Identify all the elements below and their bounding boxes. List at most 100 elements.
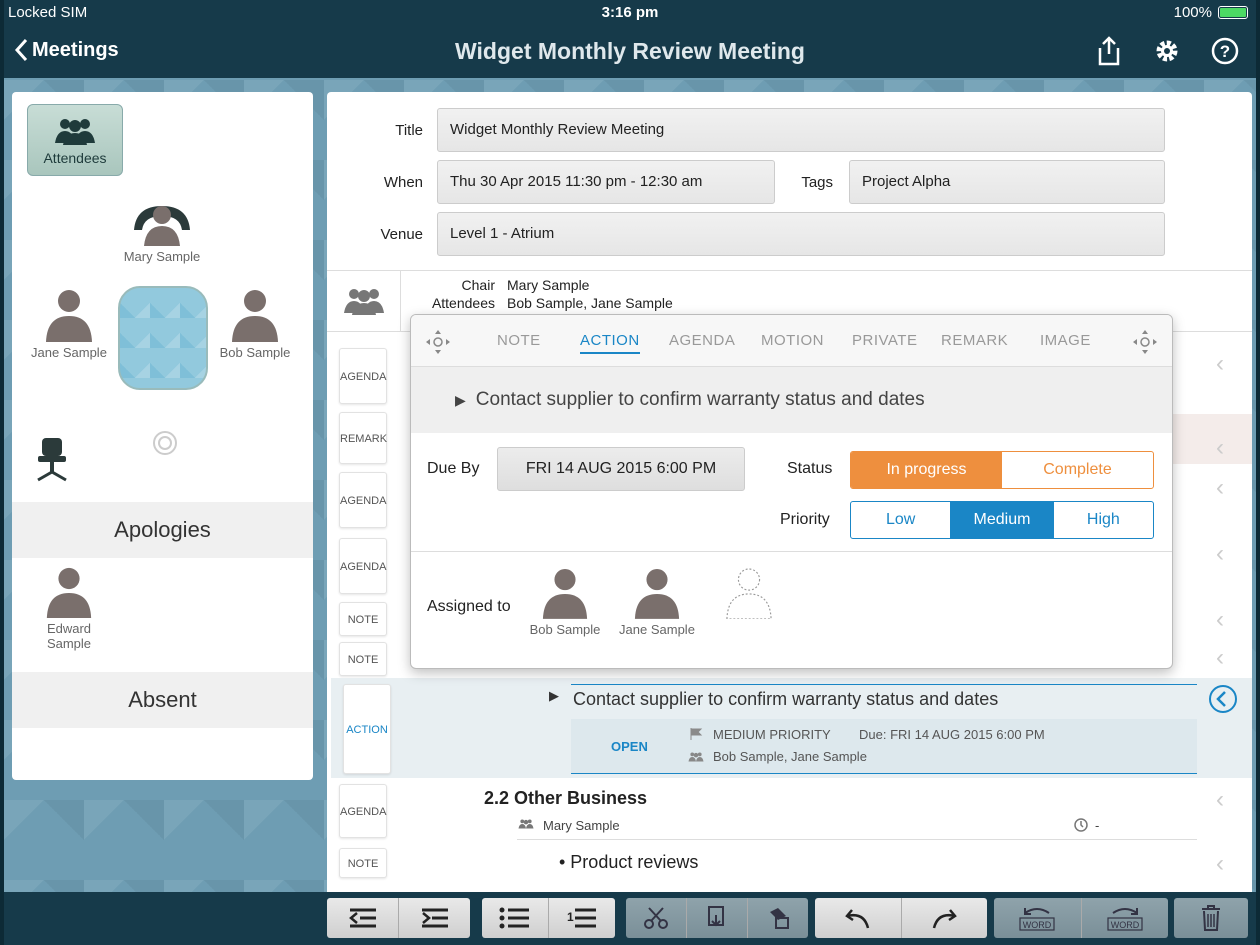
item-tag-note[interactable]: NOTE [339, 642, 387, 676]
tab-private[interactable]: PRIVATE [852, 332, 917, 349]
item-tag-remark[interactable]: REMARK [339, 412, 387, 464]
add-assignee-placeholder[interactable] [725, 567, 773, 624]
attendee-seat-left[interactable]: Jane Sample [26, 288, 112, 360]
copy-icon [708, 906, 724, 927]
expand-chevron-icon[interactable]: ‹ [1216, 540, 1232, 567]
item-tag-agenda[interactable]: AGENDA [339, 348, 387, 404]
move-arrows-icon [426, 330, 450, 354]
word-forward-button[interactable]: WORD [1082, 898, 1169, 938]
item-tag-agenda[interactable]: AGENDA [339, 538, 387, 594]
person-icon [232, 290, 278, 342]
indent-button[interactable] [399, 898, 470, 938]
item-tag-note[interactable]: NOTE [339, 602, 387, 636]
item-tag-note[interactable]: NOTE [339, 848, 387, 878]
person-outline-icon [726, 568, 772, 620]
venue-field[interactable]: Level 1 - Atrium [437, 212, 1165, 256]
bullet-list-button[interactable] [482, 898, 549, 938]
status-label: Status [787, 460, 833, 477]
attendees-summary-value: Bob Sample, Jane Sample [507, 295, 673, 311]
tab-remark[interactable]: REMARK [941, 332, 1008, 349]
agenda-title[interactable]: 2.2 Other Business [484, 788, 647, 809]
clock: 3:16 pm [601, 4, 659, 21]
paste-button[interactable] [748, 898, 808, 938]
item-tag-agenda[interactable]: AGENDA [339, 784, 387, 838]
priority-medium[interactable]: Medium [951, 502, 1053, 538]
action-priority: MEDIUM PRIORITY [713, 727, 831, 742]
outdent-button[interactable] [327, 898, 399, 938]
move-left-handle[interactable] [425, 329, 451, 360]
attendees-summary-label: Attendees [431, 295, 495, 311]
radio-circle-icon [153, 431, 177, 455]
copy-button[interactable] [687, 898, 748, 938]
tags-field[interactable]: Project Alpha [849, 160, 1165, 204]
page-title: Widget Monthly Review Meeting [455, 38, 805, 64]
action-item-row[interactable]: ACTION ▶ Contact supplier to confirm war… [331, 678, 1252, 778]
action-text-editor[interactable]: ▶ Contact supplier to confirm warranty st… [411, 367, 1172, 433]
attendees-button[interactable]: Attendees [27, 104, 123, 176]
chair-summary-label: Chair [461, 277, 495, 293]
svg-text:1: 1 [567, 910, 574, 924]
expand-chevron-icon[interactable]: ‹ [1216, 786, 1232, 813]
tags-label: Tags [801, 174, 833, 191]
item-edit-popover: NOTE ACTION AGENDA MOTION PRIVATE REMARK… [410, 314, 1173, 669]
attendee-seat-right[interactable]: Bob Sample [212, 288, 298, 360]
venue-label: Venue [380, 226, 423, 243]
expand-chevron-icon[interactable]: ‹ [1216, 434, 1232, 461]
delete-button[interactable] [1174, 898, 1248, 938]
apology-person[interactable]: Edward Sample [26, 566, 112, 651]
item-type-tabs: NOTE ACTION AGENDA MOTION PRIVATE REMARK… [411, 315, 1172, 367]
expand-chevron-icon[interactable]: ‹ [1216, 474, 1232, 501]
tab-agenda[interactable]: AGENDA [669, 332, 735, 349]
attendee-name: Bob Sample [219, 345, 291, 360]
undo-button[interactable] [815, 898, 902, 938]
expand-chevron-icon[interactable]: ‹ [1216, 850, 1232, 877]
tab-motion[interactable]: MOTION [761, 332, 824, 349]
expand-chevron-icon[interactable]: ‹ [1216, 644, 1232, 671]
numbered-list-button[interactable]: 1 [549, 898, 615, 938]
cut-button[interactable] [626, 898, 687, 938]
chair-seat[interactable]: Mary Sample [122, 200, 202, 264]
agenda-owner: Mary Sample [543, 818, 620, 833]
redo-button[interactable] [902, 898, 988, 938]
tab-image[interactable]: IMAGE [1040, 332, 1091, 349]
due-date-field[interactable]: FRI 14 AUG 2015 6:00 PM [497, 447, 745, 491]
add-seat-button[interactable] [34, 436, 70, 487]
assignee-bob[interactable]: Bob Sample [525, 567, 605, 637]
priority-low[interactable]: Low [851, 502, 952, 538]
person-icon [634, 569, 680, 619]
collapse-button[interactable] [1208, 684, 1238, 719]
settings-button[interactable] [1152, 36, 1182, 66]
move-right-handle[interactable] [1132, 329, 1158, 360]
assignee-jane[interactable]: Jane Sample [617, 567, 697, 637]
share-button[interactable] [1094, 36, 1124, 66]
help-icon: ? [1211, 37, 1239, 65]
priority-high[interactable]: High [1052, 502, 1153, 538]
assignee-name: Jane Sample [619, 622, 695, 637]
attendees-button-label: Attendees [43, 150, 107, 166]
action-due: Due: FRI 14 AUG 2015 6:00 PM [859, 727, 1045, 742]
help-button[interactable]: ? [1210, 36, 1240, 66]
item-tag-agenda[interactable]: AGENDA [339, 472, 387, 528]
item-tag-action[interactable]: ACTION [343, 684, 391, 774]
agenda-duration: - [1095, 818, 1100, 833]
word-back-button[interactable]: WORD [994, 898, 1082, 938]
expand-chevron-icon[interactable]: ‹ [1216, 606, 1232, 633]
word-undo-icon: WORD [1019, 908, 1055, 931]
bullet-list-icon [499, 907, 529, 929]
note-text[interactable]: • Product reviews [559, 852, 698, 873]
assigned-label: Assigned to [427, 598, 511, 615]
svg-text:WORD: WORD [1023, 920, 1052, 930]
when-field[interactable]: Thu 30 Apr 2015 11:30 pm - 12:30 am [437, 160, 775, 204]
tab-action[interactable]: ACTION [580, 332, 640, 354]
play-triangle-icon: ▶ [549, 688, 559, 703]
navigation-bar: Meetings Widget Monthly Review Meeting ? [4, 26, 1256, 78]
paste-icon [770, 908, 789, 929]
play-triangle-icon: ▶ [455, 392, 466, 408]
status-complete[interactable]: Complete [1002, 452, 1153, 488]
expand-chevron-icon[interactable]: ‹ [1216, 350, 1232, 377]
empty-seat-marker[interactable] [152, 430, 178, 461]
tab-note[interactable]: NOTE [497, 332, 541, 349]
title-field[interactable]: Widget Monthly Review Meeting [437, 108, 1165, 152]
status-in-progress[interactable]: In progress [851, 452, 1002, 488]
person-icon [542, 569, 588, 619]
